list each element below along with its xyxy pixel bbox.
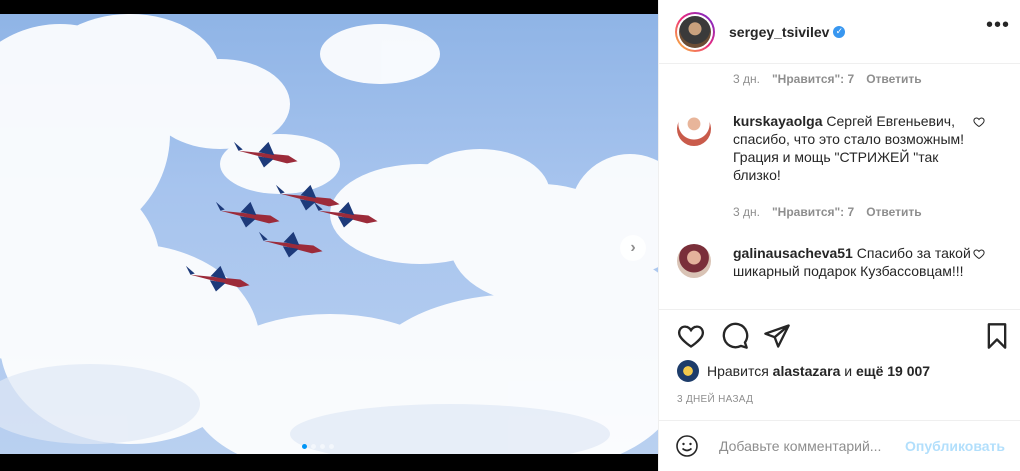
comment-likes[interactable]: "Нравится": 7 [772, 205, 854, 219]
commenter-avatar[interactable] [677, 112, 711, 146]
comment-text-block: kurskayaolga Сергей Евгеньевич, спасибо,… [733, 112, 973, 184]
verified-badge-icon: ✓ [833, 25, 846, 38]
reply-button[interactable]: Ответить [866, 205, 921, 219]
liker-avatar[interactable] [677, 360, 699, 382]
like-comment-heart-icon[interactable] [973, 116, 985, 128]
comment-meta: 3 дн. "Нравится": 7 Ответить [733, 205, 922, 219]
commenter-username[interactable]: kurskayaolga [733, 113, 823, 129]
post-photo[interactable]: › [0, 14, 658, 454]
carousel-dots [302, 444, 334, 449]
comment-item: kurskayaolga Сергей Евгеньевич, спасибо,… [677, 112, 1007, 184]
comment-likes[interactable]: "Нравится": 7 [772, 72, 854, 86]
publish-button[interactable]: Опубликовать [905, 438, 1005, 454]
next-photo-button[interactable]: › [620, 235, 646, 261]
post-actions [659, 309, 1020, 361]
carousel-dot [302, 444, 307, 449]
comment-time[interactable]: 3 дн. [733, 72, 760, 86]
smiley-icon[interactable] [675, 434, 699, 458]
add-comment-bar: Опубликовать [659, 420, 1020, 471]
comments-list: 3 дн. "Нравится": 7 Ответить kurskayaolg… [659, 64, 1020, 309]
comment-input[interactable] [719, 438, 899, 454]
comment-meta: 3 дн. "Нравится": 7 Ответить [733, 72, 922, 86]
commenter-avatar[interactable] [677, 244, 711, 278]
reply-button[interactable]: Ответить [866, 72, 921, 86]
comment-icon[interactable] [721, 322, 749, 350]
more-options-icon[interactable]: ••• [986, 14, 1010, 37]
post-side-panel: sergey_tsivilev ✓ ••• 3 дн. "Нравится": … [658, 0, 1020, 471]
chevron-right-icon: › [630, 239, 636, 256]
liker-username[interactable]: alastazara [773, 363, 841, 379]
comment-item: galinausacheva51 Спасибо за такой шикарн… [677, 244, 1007, 280]
photo-image [0, 14, 658, 454]
bookmark-icon[interactable] [983, 322, 1011, 350]
carousel-dot [320, 444, 325, 449]
author-avatar[interactable] [675, 11, 715, 52]
post-time-ago[interactable]: 3 ДНЕЙ НАЗАД [677, 394, 753, 405]
post-header: sergey_tsivilev ✓ ••• [659, 0, 1020, 64]
comment-text-block: galinausacheva51 Спасибо за такой шикарн… [733, 244, 973, 280]
author-username[interactable]: sergey_tsivilev [729, 24, 829, 40]
carousel-dot [329, 444, 334, 449]
share-icon[interactable] [763, 322, 791, 350]
likes-prefix: Нравится [707, 363, 769, 379]
comment-time[interactable]: 3 дн. [733, 205, 760, 219]
likes-summary: Нравится alastazara и ещё 19 007 [677, 360, 930, 382]
commenter-username[interactable]: galinausacheva51 [733, 245, 853, 261]
likes-count[interactable]: ещё 19 007 [856, 363, 930, 379]
heart-icon[interactable] [677, 322, 705, 350]
like-comment-heart-icon[interactable] [973, 248, 985, 260]
likes-middle: и [844, 363, 853, 379]
author-avatar-image [679, 15, 711, 48]
carousel-dot [311, 444, 316, 449]
